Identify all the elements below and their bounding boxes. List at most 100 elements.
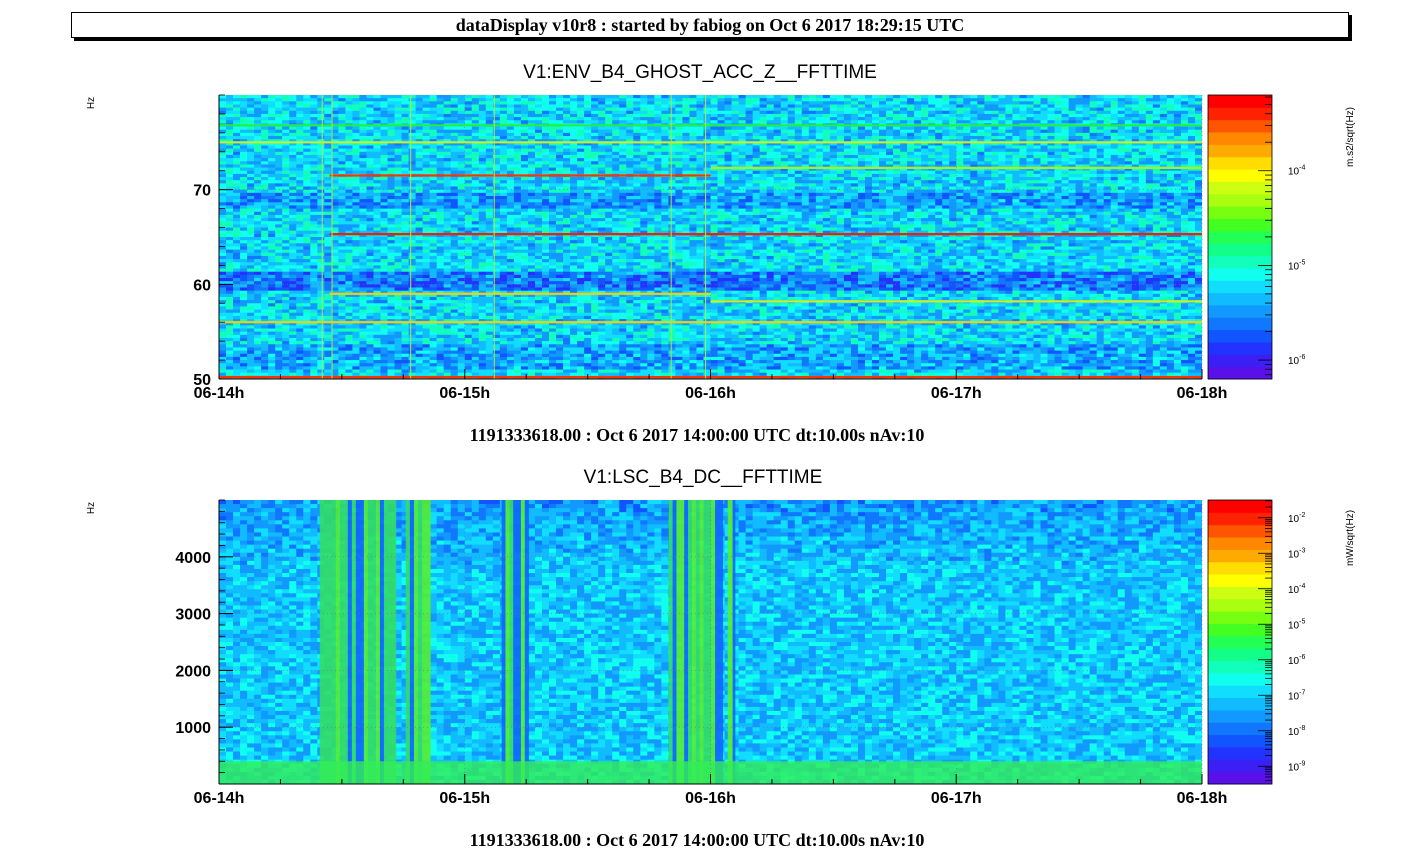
heatmap-cell bbox=[956, 126, 964, 131]
heatmap-cell bbox=[724, 205, 732, 209]
heatmap-cell bbox=[527, 129, 536, 134]
heatmap-cell bbox=[563, 136, 571, 140]
heatmap-cell bbox=[485, 205, 494, 209]
heatmap-cell bbox=[415, 154, 424, 159]
heatmap-cell bbox=[1040, 189, 1048, 194]
heatmap-cell bbox=[541, 95, 550, 99]
heatmap-cell bbox=[661, 158, 669, 162]
heatmap-cell bbox=[703, 164, 711, 168]
heatmap-cell bbox=[457, 136, 466, 140]
heatmap-cell bbox=[570, 195, 578, 200]
heatmap-cell bbox=[240, 189, 248, 194]
heatmap-cell bbox=[233, 189, 241, 194]
heatmap-cell bbox=[570, 164, 578, 168]
heatmap-cell bbox=[752, 117, 761, 121]
heatmap-cell bbox=[829, 120, 838, 124]
heatmap-cell bbox=[1180, 154, 1189, 159]
heatmap-cell bbox=[499, 113, 508, 118]
heatmap-cell bbox=[282, 177, 290, 181]
heatmap-cell bbox=[717, 113, 725, 118]
heatmap-cell bbox=[401, 199, 409, 203]
heatmap-cell bbox=[464, 120, 473, 124]
heatmap-cell bbox=[471, 104, 480, 109]
heatmap-cell bbox=[345, 117, 353, 121]
heatmap-cell bbox=[1145, 161, 1154, 165]
heatmap-cell bbox=[268, 189, 276, 194]
heatmap-cell bbox=[633, 183, 641, 187]
heatmap-cell bbox=[1061, 95, 1069, 99]
plot1-y-axis-label: Hz bbox=[86, 97, 97, 109]
heatmap-cell bbox=[907, 110, 915, 115]
heatmap-cell bbox=[352, 186, 360, 191]
heatmap-cell bbox=[619, 148, 627, 153]
heatmap-cell bbox=[1194, 145, 1202, 150]
heatmap-cell bbox=[1103, 117, 1112, 121]
heatmap-cell bbox=[366, 126, 374, 131]
heatmap-cell bbox=[949, 192, 957, 197]
heatmap-cell bbox=[626, 117, 634, 121]
heatmap-cell bbox=[534, 151, 543, 156]
heatmap-cell bbox=[247, 107, 255, 112]
heatmap-cell bbox=[696, 180, 704, 184]
heatmap-cell bbox=[457, 117, 466, 121]
heatmap-cell bbox=[815, 132, 824, 137]
heatmap-cell bbox=[1047, 189, 1055, 194]
heatmap-cell bbox=[513, 189, 522, 194]
heatmap-cell bbox=[422, 145, 431, 150]
heatmap-cell bbox=[612, 164, 620, 168]
heatmap-cell bbox=[380, 129, 388, 134]
heatmap-cell bbox=[647, 167, 655, 172]
heatmap-cell bbox=[871, 113, 880, 118]
heatmap-cell bbox=[956, 129, 964, 134]
heatmap-cell bbox=[1040, 132, 1048, 137]
heatmap-cell bbox=[233, 164, 241, 168]
heatmap-cell bbox=[1026, 151, 1034, 156]
heatmap-cell bbox=[422, 180, 431, 184]
heatmap-cell bbox=[914, 107, 922, 112]
heatmap-cell bbox=[226, 113, 234, 118]
heatmap-cell bbox=[857, 98, 866, 102]
heatmap-cell bbox=[1096, 126, 1105, 131]
heatmap-cell bbox=[1110, 183, 1119, 187]
heatmap-cell bbox=[963, 158, 971, 162]
heatmap-cell bbox=[366, 110, 374, 115]
heatmap-cell bbox=[808, 161, 817, 165]
heatmap-cell bbox=[577, 180, 585, 184]
heatmap-cell bbox=[675, 132, 683, 137]
heatmap-cell bbox=[752, 104, 761, 109]
heatmap-cell bbox=[436, 180, 445, 184]
heatmap-cell bbox=[857, 151, 866, 156]
heatmap-cell bbox=[703, 126, 711, 131]
heatmap-cell bbox=[570, 132, 578, 137]
heatmap-cell bbox=[450, 189, 459, 194]
heatmap-cell bbox=[1047, 95, 1055, 99]
heatmap-cell bbox=[1173, 189, 1182, 194]
heatmap-cell bbox=[605, 199, 613, 203]
heatmap-cell bbox=[1040, 192, 1048, 197]
heatmap-cell bbox=[675, 126, 683, 131]
heatmap-cell bbox=[563, 192, 571, 197]
heatmap-cell bbox=[984, 192, 992, 197]
heatmap-cell bbox=[654, 177, 662, 181]
heatmap-cell bbox=[850, 101, 859, 105]
heatmap-cell bbox=[591, 205, 599, 209]
heatmap-cell bbox=[794, 136, 803, 140]
heatmap-cell bbox=[696, 101, 704, 105]
heatmap-cell bbox=[1040, 98, 1048, 102]
heatmap-cell bbox=[513, 132, 522, 137]
heatmap-cell bbox=[556, 136, 564, 140]
heatmap-cell bbox=[970, 189, 978, 194]
heatmap-cell bbox=[1040, 101, 1048, 105]
heatmap-cell bbox=[998, 183, 1006, 187]
heatmap-cell bbox=[843, 192, 852, 197]
heatmap-cell bbox=[275, 151, 283, 156]
heatmap-cell bbox=[710, 199, 718, 203]
heatmap-cell bbox=[520, 199, 529, 203]
heatmap-cell bbox=[1180, 126, 1189, 131]
heatmap-cell bbox=[1047, 129, 1055, 134]
heatmap-cell bbox=[626, 110, 634, 115]
heatmap-cell bbox=[879, 180, 887, 184]
heatmap-cell bbox=[345, 132, 353, 137]
heatmap-cell bbox=[401, 113, 409, 118]
heatmap-cell bbox=[1187, 98, 1196, 102]
